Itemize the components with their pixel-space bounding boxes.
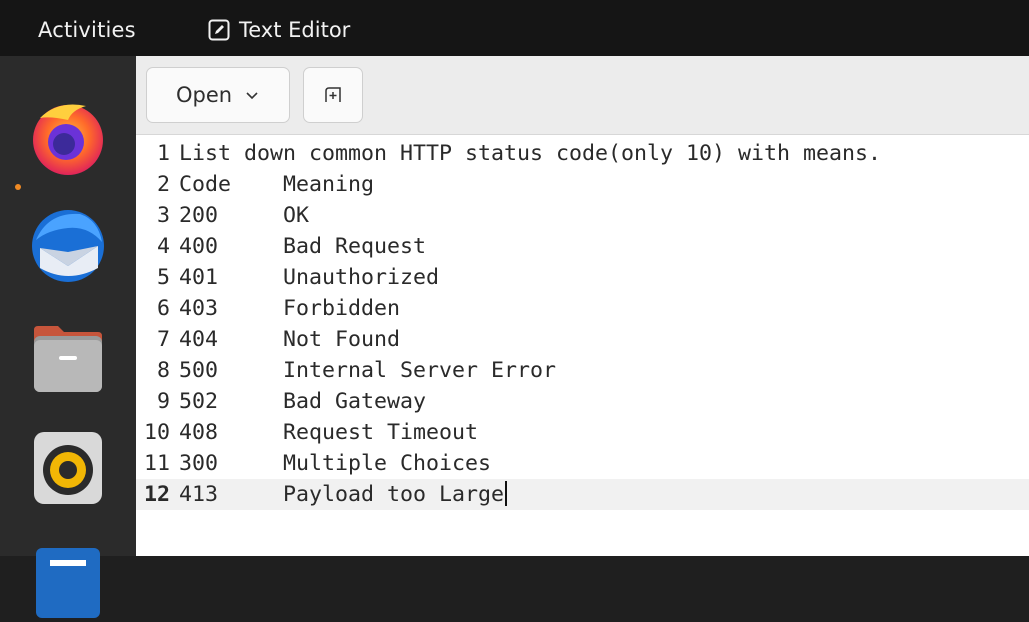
- running-indicator: [15, 184, 21, 190]
- editor-line[interactable]: 6 403 Forbidden: [136, 293, 1029, 324]
- line-text: Code Meaning: [179, 169, 374, 200]
- line-content: 401 Unauthorized: [179, 265, 440, 290]
- line-content: 200 OK: [179, 203, 310, 228]
- line-text: 404 Not Found: [179, 324, 400, 355]
- writer-icon[interactable]: [28, 542, 108, 622]
- line-content: 300 Multiple Choices: [179, 451, 492, 476]
- top-bar: Activities Text Editor: [0, 0, 1029, 56]
- line-content: Code Meaning: [179, 172, 375, 197]
- rhythmbox-icon[interactable]: [28, 428, 108, 508]
- chevron-down-icon: [246, 92, 258, 100]
- firefox-icon[interactable]: [28, 98, 108, 178]
- editor-line[interactable]: 5 401 Unauthorized: [136, 262, 1029, 293]
- line-number: 4: [156, 234, 170, 259]
- editor-line[interactable]: 1 List down common HTTP status code(only …: [136, 138, 1029, 169]
- text-area[interactable]: 1 List down common HTTP status code(only …: [136, 135, 1029, 556]
- open-label: Open: [175, 83, 233, 107]
- line-number: 8: [156, 358, 170, 383]
- line-text: List down common HTTP status code(only 1…: [179, 138, 881, 169]
- line-number: 11: [143, 451, 170, 476]
- editor-line[interactable]: 10 408 Request Timeout: [136, 417, 1029, 448]
- new-tab-icon: [325, 87, 341, 102]
- editor-line[interactable]: 2 Code Meaning: [136, 169, 1029, 200]
- dock: [0, 56, 136, 618]
- line-number: 6: [156, 296, 170, 321]
- text-cursor: [505, 481, 508, 506]
- app-name: Text Editor: [239, 18, 351, 42]
- line-content: 408 Request Timeout: [179, 420, 479, 445]
- line-text: 403 Forbidden: [179, 293, 400, 324]
- line-text: 500 Internal Server Error: [179, 355, 556, 386]
- line-content: 413 Payload too Large: [179, 482, 505, 507]
- line-number: 2: [156, 172, 170, 197]
- editor-line[interactable]: 8 500 Internal Server Error: [136, 355, 1029, 386]
- line-number: 7: [156, 327, 170, 352]
- line-number: 10: [143, 420, 170, 445]
- activities-button[interactable]: Activities: [38, 18, 136, 42]
- app-menu[interactable]: Text Editor: [208, 18, 350, 42]
- editor-line[interactable]: 9 502 Bad Gateway: [136, 386, 1029, 417]
- line-number: 1: [156, 141, 170, 166]
- line-number: 3: [156, 203, 170, 228]
- new-tab-button[interactable]: [303, 67, 363, 123]
- line-content: 500 Internal Server Error: [179, 358, 557, 383]
- line-text: 502 Bad Gateway: [179, 386, 426, 417]
- line-number: 9: [156, 389, 170, 414]
- text-editor-icon: [208, 19, 230, 41]
- line-text: 400 Bad Request: [179, 231, 426, 262]
- line-number: 12: [143, 482, 170, 507]
- line-text: 200 OK: [179, 200, 309, 231]
- editor-line[interactable]: 3 200 OK: [136, 200, 1029, 231]
- line-text: 408 Request Timeout: [179, 417, 478, 448]
- line-content: 400 Bad Request: [179, 234, 427, 259]
- line-text: 413 Payload too Large: [179, 479, 508, 510]
- editor-line[interactable]: 7 404 Not Found: [136, 324, 1029, 355]
- line-content: List down common HTTP status code(only 1…: [179, 141, 882, 166]
- editor-line[interactable]: 11 300 Multiple Choices: [136, 448, 1029, 479]
- line-content: 404 Not Found: [179, 327, 401, 352]
- line-content: 403 Forbidden: [179, 296, 401, 321]
- line-number: 5: [156, 265, 170, 290]
- text-editor-window: Open 1 List down common HTTP status code(…: [136, 56, 1029, 556]
- editor-line[interactable]: 12 413 Payload too Large: [136, 479, 1029, 510]
- open-button[interactable]: Open: [146, 67, 290, 123]
- thunderbird-icon[interactable]: [28, 206, 108, 286]
- line-content: 502 Bad Gateway: [179, 389, 427, 414]
- editor-line[interactable]: 4 400 Bad Request: [136, 231, 1029, 262]
- line-text: 300 Multiple Choices: [179, 448, 491, 479]
- line-text: 401 Unauthorized: [179, 262, 439, 293]
- header-bar: Open: [136, 56, 1029, 135]
- files-icon[interactable]: [28, 318, 108, 398]
